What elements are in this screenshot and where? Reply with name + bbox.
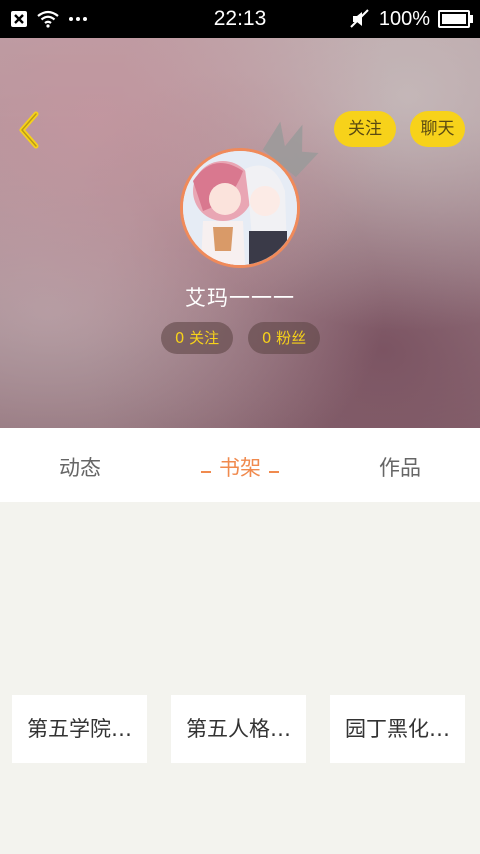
battery-icon [438, 10, 473, 28]
tab-works[interactable]: 作品 [320, 428, 480, 502]
tab-active-indicator-left [201, 471, 211, 473]
chat-button[interactable]: 聊天 [410, 111, 465, 147]
book-card[interactable]: 园丁黑化… [330, 695, 465, 763]
tab-dynamic[interactable]: 动态 [0, 428, 160, 502]
tab-bar: 动态 书架 作品 [0, 428, 480, 502]
book-card[interactable]: 第五学院… [12, 695, 147, 763]
following-count[interactable]: 0 关注 [161, 322, 233, 354]
status-right-icons: 100% [349, 6, 473, 32]
tab-bookshelf-label: 书架 [219, 456, 261, 480]
tab-active-indicator-right [269, 471, 279, 473]
avatar[interactable] [180, 148, 300, 268]
status-bar: 22:13 100% [0, 0, 480, 38]
book-card[interactable]: 第五人格… [171, 695, 306, 763]
tab-works-label: 作品 [379, 456, 421, 480]
profile-header: 关注 聊天 艾玛一一一 0 关注 0 粉丝 [0, 38, 480, 428]
fans-count[interactable]: 0 粉丝 [248, 322, 320, 354]
username: 艾玛一一一 [185, 286, 295, 310]
tab-dynamic-label: 动态 [59, 456, 101, 480]
follow-button[interactable]: 关注 [334, 111, 396, 147]
chevron-left-icon[interactable] [12, 108, 46, 152]
mute-icon [350, 9, 369, 28]
tab-bookshelf[interactable]: 书架 [160, 428, 320, 502]
battery-percent: 100% [378, 7, 430, 30]
avatar-image [183, 151, 297, 265]
